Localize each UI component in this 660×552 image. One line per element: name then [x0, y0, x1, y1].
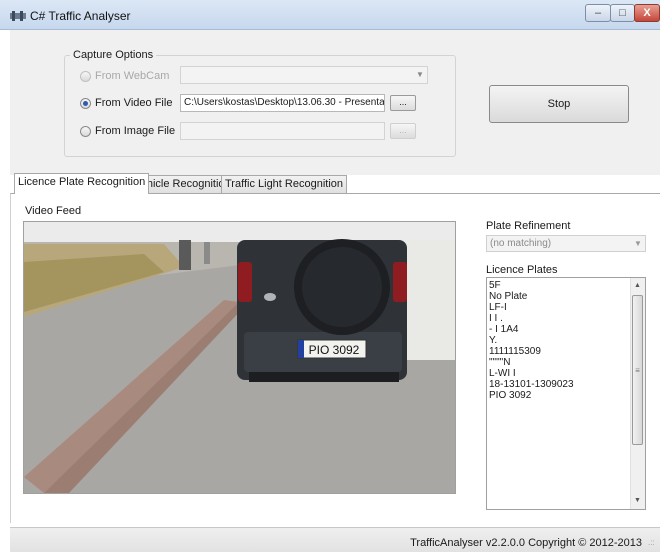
- scroll-down-icon[interactable]: ▼: [630, 495, 645, 507]
- window-title: C# Traffic Analyser: [30, 9, 131, 23]
- radio-webcam-label: From WebCam: [95, 70, 170, 82]
- image-browse-button[interactable]: ...: [390, 123, 416, 139]
- close-button[interactable]: X: [634, 4, 660, 22]
- video-frame-image: PIO 3092: [24, 222, 455, 493]
- scroll-thumb[interactable]: ≡: [632, 295, 643, 445]
- stop-button[interactable]: Stop: [489, 85, 629, 123]
- tab-licence-plate-recognition[interactable]: Licence Plate Recognition: [14, 173, 150, 194]
- radio-image-file[interactable]: [80, 126, 91, 137]
- list-item[interactable]: 18-13101-1309023: [489, 380, 574, 390]
- maximize-icon: □: [619, 7, 626, 19]
- list-item[interactable]: 1111115309: [489, 347, 541, 357]
- radio-image-file-label: From Image File: [95, 125, 176, 137]
- list-item[interactable]: PIO 3092: [489, 391, 531, 401]
- maximize-button[interactable]: □: [610, 4, 635, 22]
- plate-overlay-text: PIO 3092: [309, 343, 360, 357]
- image-file-path-input[interactable]: [180, 122, 385, 140]
- status-text: TrafficAnalyser v2.2.0.0 Copyright © 201…: [410, 537, 642, 549]
- list-item[interactable]: LF-I: [489, 303, 507, 313]
- tab-traffic-light-recognition[interactable]: Traffic Light Recognition: [221, 175, 348, 193]
- chevron-down-icon: ▼: [416, 70, 424, 79]
- plate-refinement-select[interactable]: (no matching): [486, 235, 646, 252]
- list-item[interactable]: Y.: [489, 336, 497, 346]
- list-item[interactable]: I I .: [489, 314, 503, 324]
- close-icon: X: [643, 7, 651, 19]
- minimize-icon: –: [594, 7, 602, 19]
- radio-video-file-label: From Video File: [95, 97, 173, 109]
- list-item[interactable]: 5F: [489, 281, 501, 291]
- radio-video-file[interactable]: [80, 98, 91, 109]
- webcam-select[interactable]: [180, 66, 428, 84]
- video-feed: PIO 3092: [23, 221, 456, 494]
- video-file-path-input[interactable]: C:\Users\kostas\Desktop\13.06.30 - Prese…: [180, 94, 385, 112]
- scroll-up-icon[interactable]: ▲: [630, 280, 645, 292]
- resize-grip-icon[interactable]: .::: [648, 538, 658, 548]
- app-icon: [10, 11, 26, 21]
- minimize-button[interactable]: –: [585, 4, 611, 22]
- list-item[interactable]: L-WI I: [489, 369, 516, 379]
- capture-options-legend: Capture Options: [70, 49, 157, 61]
- radio-webcam[interactable]: [80, 71, 91, 82]
- video-feed-label: Video Feed: [25, 205, 82, 217]
- licence-plates-label: Licence Plates: [486, 264, 558, 276]
- list-item[interactable]: """"N: [489, 358, 510, 368]
- video-browse-button[interactable]: ...: [390, 95, 416, 111]
- plate-refinement-label: Plate Refinement: [486, 220, 571, 232]
- list-item[interactable]: No Plate: [489, 292, 527, 302]
- chevron-down-icon: ▼: [634, 239, 642, 248]
- list-item[interactable]: - I 1A4: [489, 325, 518, 335]
